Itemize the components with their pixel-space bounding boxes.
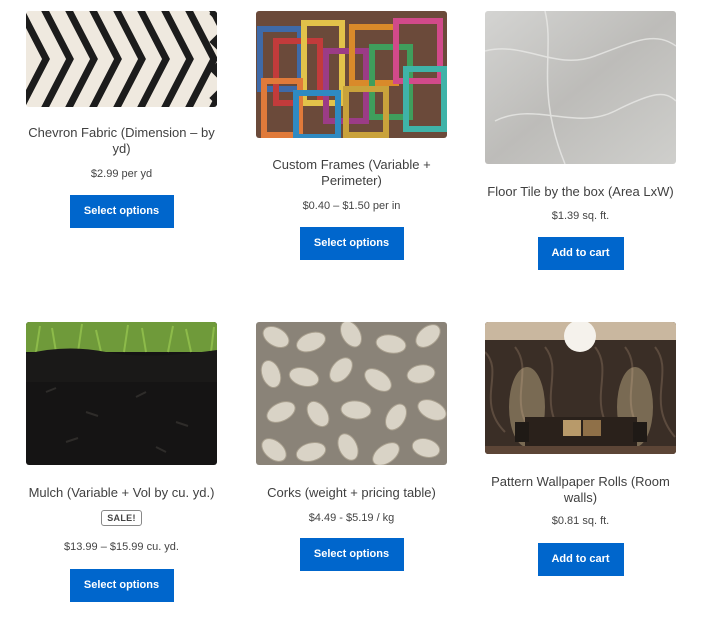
product-card: Mulch (Variable + Vol by cu. yd.) SALE! … <box>26 322 217 607</box>
product-title[interactable]: Chevron Fabric (Dimension – by yd) <box>26 125 217 157</box>
product-title[interactable]: Floor Tile by the box (Area LxW) <box>485 184 676 200</box>
add-to-cart-button[interactable]: Add to cart <box>537 543 624 576</box>
product-image-wallpaper[interactable] <box>485 322 676 454</box>
product-card: Chevron Fabric (Dimension – by yd) $2.99… <box>26 11 217 231</box>
product-title[interactable]: Pattern Wallpaper Rolls (Room walls) <box>485 474 676 506</box>
product-price: $4.49 - $5.19 / kg <box>308 512 395 524</box>
product-price: $1.39 sq. ft. <box>551 210 610 222</box>
product-title[interactable]: Mulch (Variable + Vol by cu. yd.) <box>26 485 217 501</box>
product-card: Pattern Wallpaper Rolls (Room walls) $0.… <box>485 322 676 582</box>
add-to-cart-button[interactable]: Add to cart <box>537 237 624 270</box>
select-options-button[interactable]: Select options <box>69 195 174 228</box>
product-card: Corks (weight + pricing table) $4.49 - $… <box>256 322 447 577</box>
select-options-button[interactable]: Select options <box>299 227 404 260</box>
product-card: Floor Tile by the box (Area LxW) $1.39 s… <box>485 11 676 271</box>
product-image-tile[interactable] <box>485 11 676 164</box>
product-price: $13.99 – $15.99 cu. yd. <box>64 541 179 553</box>
select-options-button[interactable]: Select options <box>299 538 404 571</box>
product-image-chevron[interactable] <box>26 11 217 107</box>
product-image-corks[interactable] <box>256 322 447 465</box>
product-price: $0.81 sq. ft. <box>551 515 610 527</box>
product-title[interactable]: Corks (weight + pricing table) <box>256 485 447 501</box>
product-image-mulch[interactable] <box>26 322 217 465</box>
product-title[interactable]: Custom Frames (Variable + Perimeter) <box>256 157 447 189</box>
sale-badge: SALE! <box>101 510 142 526</box>
product-card: Custom Frames (Variable + Perimeter) $0.… <box>256 11 447 271</box>
product-price: $0.40 – $1.50 per in <box>302 200 401 212</box>
select-options-button[interactable]: Select options <box>69 569 174 602</box>
product-price: $2.99 per yd <box>90 168 153 180</box>
product-image-frames[interactable] <box>256 11 447 138</box>
